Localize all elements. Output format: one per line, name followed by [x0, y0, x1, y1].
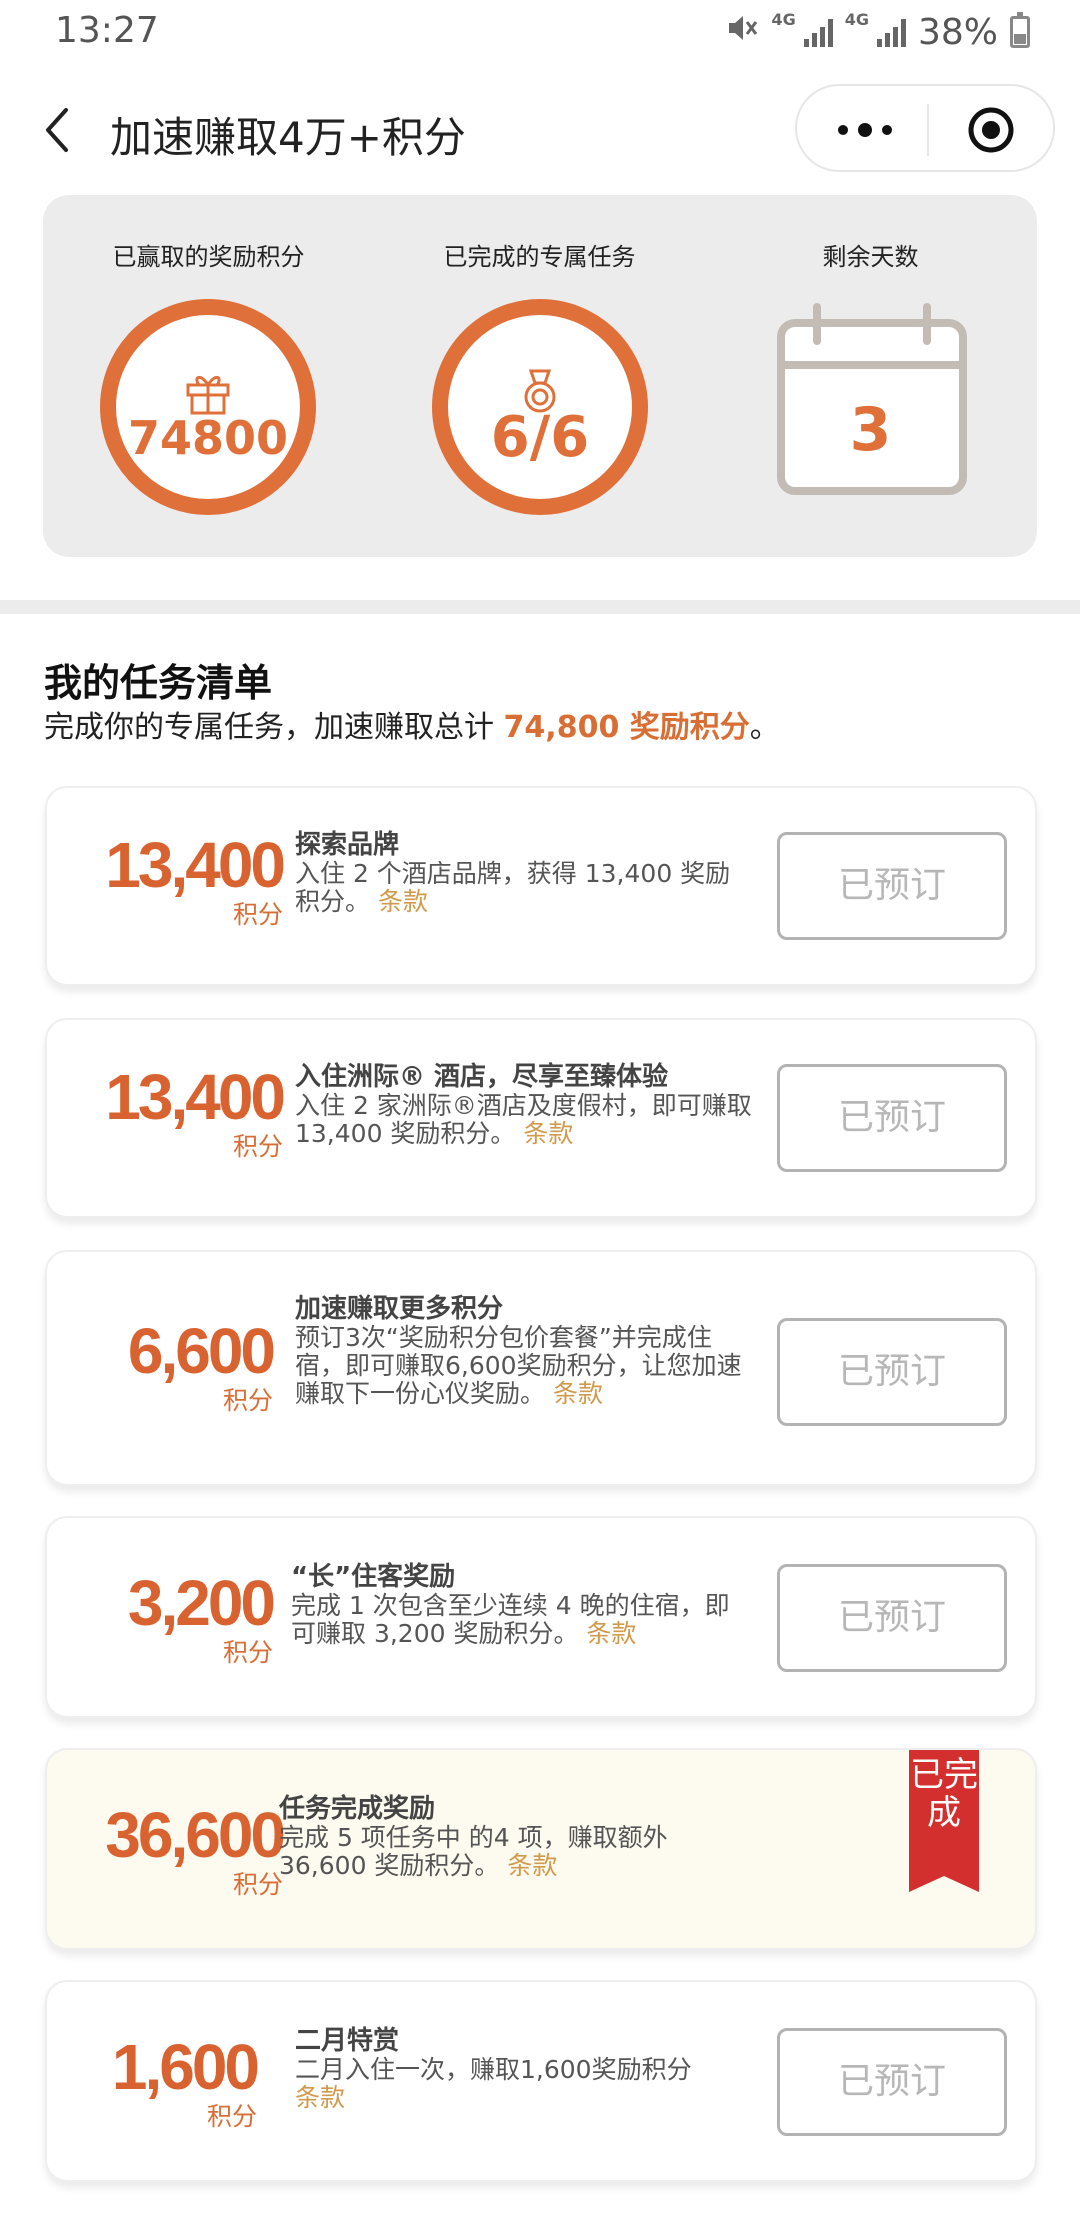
battery-percent: 38%	[917, 11, 998, 53]
task-card: 6,600 积分 加速赚取更多积分 预订3次“奖励积分包价套餐”并完成住宿，即可…	[45, 1250, 1037, 1486]
task-list-title: 我的任务清单	[44, 661, 273, 705]
earned-points-block: 已赢取的奖励积分 74800	[43, 195, 374, 557]
task-title: 入住洲际® 酒店，尽享至臻体验	[295, 1062, 669, 1092]
gift-icon	[186, 376, 230, 415]
task-desc: 入住 2 个酒店品牌，获得 13,400 奖励积分。 条款	[295, 860, 755, 916]
completed-badge: 已完成	[910, 1755, 978, 1833]
task-points-value: 3,200	[127, 1567, 276, 1639]
more-icon[interactable]	[835, 112, 935, 148]
task-points: 3,200 积分	[127, 1567, 276, 1668]
completed-tasks-value: 6/6	[490, 405, 590, 470]
task-title: “长”住客奖励	[291, 1562, 456, 1592]
task-points-value: 1,600	[111, 2031, 260, 2103]
task-desc: 二月入住一次，赚取1,600奖励积分 条款	[295, 2056, 755, 2112]
task-points: 13,400 积分	[105, 1061, 286, 1162]
mute-icon	[725, 11, 759, 54]
terms-link[interactable]: 条款	[378, 887, 428, 916]
task-card: 1,600 积分 二月特赏 二月入住一次，赚取1,600奖励积分 条款 已预订	[45, 1980, 1037, 2182]
task-title: 加速赚取更多积分	[295, 1294, 504, 1324]
task-points: 6,600 积分	[127, 1315, 276, 1416]
task-points: 1,600 积分	[111, 2031, 260, 2132]
signal-icon-2	[876, 17, 906, 47]
task-body: 入住洲际® 酒店，尽享至臻体验 入住 2 家洲际®酒店及度假村，即可赚取 13,…	[295, 1062, 755, 1148]
network-type-1: 4G	[771, 10, 796, 29]
earned-points-value: 74800	[127, 411, 289, 465]
earned-points-label: 已赢取的奖励积分	[112, 243, 305, 271]
booked-button[interactable]: 已预订	[777, 1318, 1007, 1426]
terms-link[interactable]: 条款	[553, 1379, 603, 1408]
task-desc: 入住 2 家洲际®酒店及度假村，即可赚取 13,400 奖励积分。 条款	[295, 1092, 755, 1148]
task-card: 3,200 积分 “长”住客奖励 完成 1 次包含至少连续 4 晚的住宿，即可赚…	[45, 1516, 1037, 1718]
back-icon[interactable]	[38, 102, 78, 158]
terms-link[interactable]: 条款	[295, 2083, 345, 2112]
section-divider	[0, 600, 1080, 614]
remaining-days-block: 剩余天数 3	[705, 195, 1036, 557]
task-points-value: 13,400	[105, 829, 286, 901]
subtitle-highlight: 74,800 奖励积分	[503, 710, 750, 745]
task-points-value: 6,600	[127, 1315, 276, 1387]
earned-points-ring: 74800	[100, 299, 316, 515]
terms-link[interactable]: 条款	[507, 1851, 557, 1880]
battery-fill	[1014, 34, 1026, 44]
summary-card: 已赢取的奖励积分 74800 已完成的专属任务 6/6 剩余天数 3	[43, 195, 1037, 557]
task-body: “长”住客奖励 完成 1 次包含至少连续 4 晚的住宿，即可赚取 3,200 奖…	[291, 1562, 751, 1648]
task-desc-text: 预订3次“奖励积分包价套餐”并完成住宿，即可赚取6,600奖励积分，让您加速赚取…	[295, 1323, 742, 1408]
task-points-value: 13,400	[105, 1061, 286, 1133]
close-target-icon[interactable]	[967, 106, 1015, 154]
task-desc-text: 完成 5 项任务中 的4 项，赚取额外 36,600 奖励积分。	[279, 1823, 668, 1880]
booked-button[interactable]: 已预订	[777, 832, 1007, 940]
page-title: 加速赚取4万+积分	[110, 113, 466, 162]
terms-link[interactable]: 条款	[586, 1619, 636, 1648]
task-title: 任务完成奖励	[279, 1794, 436, 1824]
completed-tasks-block: 已完成的专属任务 6/6	[374, 195, 705, 557]
nav-bar: 加速赚取4万+积分	[0, 80, 1080, 180]
task-card: 13,400 积分 入住洲际® 酒店，尽享至臻体验 入住 2 家洲际®酒店及度假…	[45, 1018, 1037, 1218]
booked-button[interactable]: 已预订	[777, 1564, 1007, 1672]
task-list-subtitle: 完成你的专属任务，加速赚取总计 74,800 奖励积分。	[44, 702, 780, 746]
remaining-days-value: 3	[849, 395, 892, 465]
task-title: 探索品牌	[295, 830, 400, 860]
mini-program-capsule	[795, 84, 1055, 172]
battery-icon	[1010, 12, 1030, 48]
task-body: 探索品牌 入住 2 个酒店品牌，获得 13,400 奖励积分。 条款	[295, 830, 755, 916]
completed-tasks-label: 已完成的专属任务	[443, 243, 636, 271]
status-bar: 13:27 4G 4G 38%	[0, 0, 1080, 66]
task-desc: 完成 1 次包含至少连续 4 晚的住宿，即可赚取 3,200 奖励积分。 条款	[291, 1592, 751, 1648]
task-points-unit: 积分	[222, 1386, 273, 1415]
task-points-unit: 积分	[222, 1638, 273, 1667]
task-points-unit: 积分	[232, 900, 283, 929]
subtitle-suffix: 。	[749, 710, 780, 745]
capsule-divider	[927, 104, 929, 156]
task-desc-text: 完成 1 次包含至少连续 4 晚的住宿，即可赚取 3,200 奖励积分。	[291, 1591, 730, 1648]
signal-icon-1	[803, 17, 833, 47]
task-points-value: 36,600	[105, 1799, 286, 1871]
task-points-unit: 积分	[232, 1870, 283, 1899]
subtitle-prefix: 完成你的专属任务，加速赚取总计	[44, 710, 504, 745]
task-body: 任务完成奖励 完成 5 项任务中 的4 项，赚取额外 36,600 奖励积分。 …	[279, 1794, 749, 1880]
task-points: 13,400 积分	[105, 829, 286, 930]
task-body: 二月特赏 二月入住一次，赚取1,600奖励积分 条款	[295, 2026, 755, 2112]
remaining-days-label: 剩余天数	[822, 243, 919, 271]
task-title: 二月特赏	[295, 2026, 400, 2056]
task-points-unit: 积分	[232, 1132, 283, 1161]
task-points: 36,600 积分	[105, 1799, 286, 1900]
terms-link[interactable]: 条款	[523, 1119, 573, 1148]
task-desc: 预订3次“奖励积分包价套餐”并完成住宿，即可赚取6,600奖励积分，让您加速赚取…	[295, 1324, 755, 1408]
network-type-2: 4G	[844, 10, 869, 29]
task-card-completed: 36,600 积分 任务完成奖励 完成 5 项任务中 的4 项，赚取额外 36,…	[45, 1748, 1037, 1950]
completed-tasks-ring: 6/6	[432, 299, 648, 515]
task-desc: 完成 5 项任务中 的4 项，赚取额外 36,600 奖励积分。 条款	[279, 1824, 749, 1880]
booked-button[interactable]: 已预订	[777, 2028, 1007, 2136]
booked-button[interactable]: 已预订	[777, 1064, 1007, 1172]
task-points-unit: 积分	[206, 2102, 257, 2131]
task-desc-text: 入住 2 个酒店品牌，获得 13,400 奖励积分。	[295, 859, 731, 916]
task-card: 13,400 积分 探索品牌 入住 2 个酒店品牌，获得 13,400 奖励积分…	[45, 786, 1037, 986]
task-body: 加速赚取更多积分 预订3次“奖励积分包价套餐”并完成住宿，即可赚取6,600奖励…	[295, 1294, 755, 1408]
status-time: 13:27	[55, 10, 159, 51]
task-desc-text: 二月入住一次，赚取1,600奖励积分	[295, 2055, 692, 2084]
status-icons: 4G 4G 38%	[725, 10, 1030, 54]
